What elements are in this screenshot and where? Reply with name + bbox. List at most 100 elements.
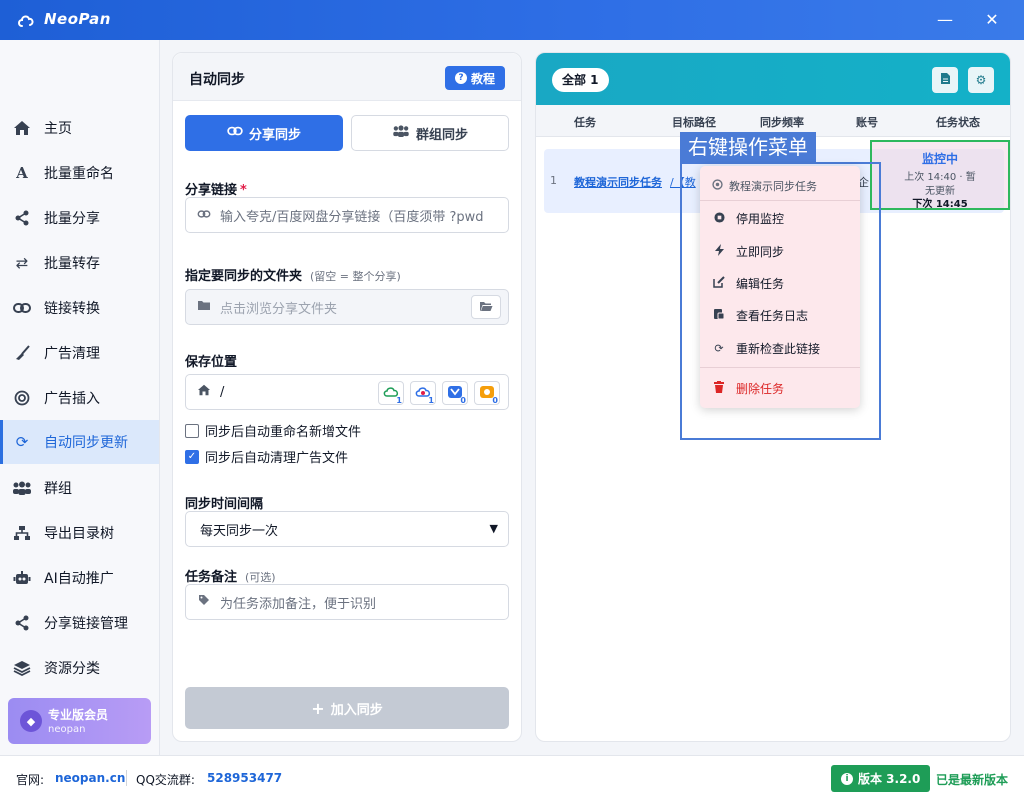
status-highlight-box: 监控中 上次 14:40 · 暂 无更新 下次 14:45 xyxy=(870,140,1010,210)
col-target-path: 目标路径 xyxy=(672,116,716,129)
task-name-link[interactable]: 教程演示同步任务 xyxy=(574,174,662,190)
group-icon xyxy=(392,125,410,141)
col-status: 任务状态 xyxy=(936,116,980,129)
menu-item-delete-task[interactable]: 删除任务 xyxy=(712,380,784,397)
browse-folder-button[interactable] xyxy=(471,295,501,319)
close-button[interactable]: ✕ xyxy=(978,8,1006,32)
version-label: 版本 3.2.0 xyxy=(858,772,921,786)
settings-button[interactable]: ⚙ xyxy=(968,67,994,93)
sidebar-item-group[interactable]: 群组 xyxy=(0,466,159,510)
quark-drive-button[interactable]: 1 xyxy=(378,381,404,405)
robot-icon xyxy=(12,568,32,588)
status-cell: 监控中 上次 14:40 · 暂 无更新 下次 14:45 xyxy=(874,142,1006,210)
sidebar-item-batch-transfer[interactable]: ⇄ 批量转存 xyxy=(0,241,159,285)
menu-divider xyxy=(700,200,860,201)
log-button[interactable] xyxy=(932,67,958,93)
menu-item-label: 立即同步 xyxy=(736,245,785,259)
menu-item-view-log[interactable]: 查看任务日志 xyxy=(712,307,808,324)
sidebar-item-export-tree[interactable]: 导出目录树 xyxy=(0,511,159,555)
question-icon: ? xyxy=(454,72,467,84)
drive-count: 1 xyxy=(428,396,434,405)
checkbox-box[interactable] xyxy=(185,423,199,438)
folder-placeholder: 点击浏览分享文件夹 xyxy=(220,301,338,317)
link-icon xyxy=(227,125,243,141)
sidebar-item-link-convert[interactable]: 链接转换 xyxy=(0,286,159,330)
context-menu-title-text: 教程演示同步任务 xyxy=(729,180,817,193)
interval-value: 每天同步一次 xyxy=(200,523,279,539)
last-run-text: 上次 14:40 · 暂 xyxy=(904,172,976,183)
menu-item-edit-task[interactable]: 编辑任务 xyxy=(712,275,784,292)
sidebar-item-ai-promote[interactable]: AI自动推广 xyxy=(0,556,159,600)
sidebar-item-label: 主页 xyxy=(44,121,72,137)
pro-membership-card[interactable]: ◆ 专业版会员 neopan xyxy=(8,698,151,744)
auto-clean-ads-checkbox[interactable]: ✓ 同步后自动清理广告文件 xyxy=(185,447,348,466)
app-title: NeoPan xyxy=(44,10,111,28)
target-icon xyxy=(12,388,32,408)
add-sync-button[interactable]: + 加入同步 xyxy=(185,687,509,729)
tab-group-sync[interactable]: 群组同步 xyxy=(351,115,509,151)
form-header: 自动同步 ? 教程 xyxy=(173,53,521,101)
folder-open-icon xyxy=(479,300,493,315)
menu-item-recheck-link[interactable]: ⟳ 重新检查此链接 xyxy=(712,340,820,357)
filter-all-badge[interactable]: 全部 1 xyxy=(552,68,609,92)
pro-subtitle: neopan xyxy=(48,724,86,735)
tutorial-button[interactable]: ? 教程 xyxy=(444,66,505,90)
sidebar-item-home[interactable]: 主页 xyxy=(0,106,159,150)
sync-form-panel: 自动同步 ? 教程 分享同步 群组同步 分享链接 * 输入夸克/百度网盘分享链接（… xyxy=(172,52,522,742)
tab-label: 分享同步 xyxy=(248,127,301,143)
share-link-label: 分享链接 * xyxy=(185,179,247,198)
drive-count: 0 xyxy=(492,396,498,405)
row-index: 1 xyxy=(550,174,557,187)
sidebar-item-batch-share[interactable]: 批量分享 xyxy=(0,196,159,240)
interval-select[interactable]: 每天同步一次 ▼ xyxy=(185,511,509,547)
checkbox-box[interactable]: ✓ xyxy=(185,449,199,464)
plus-icon: + xyxy=(311,698,325,718)
auto-rename-checkbox[interactable]: 同步后自动重命名新增文件 xyxy=(185,421,361,440)
menu-item-label: 重新检查此链接 xyxy=(736,342,821,356)
minimize-button[interactable]: — xyxy=(931,8,959,32)
uc-drive-button[interactable]: 0 xyxy=(474,381,500,405)
menu-item-stop-monitor[interactable]: 停用监控 xyxy=(712,210,784,227)
status-bar: 官网: neopan.cn QQ交流群: 528953477 i 版本 3.2.… xyxy=(0,755,1024,799)
sidebar-item-label: AI自动推广 xyxy=(44,571,114,587)
sidebar-item-resource-category[interactable]: 资源分类 xyxy=(0,646,159,690)
checkbox-label: 同步后自动重命名新增文件 xyxy=(205,425,362,440)
chevron-down-icon: ▼ xyxy=(489,522,498,535)
folder-input[interactable]: 点击浏览分享文件夹 xyxy=(185,289,509,325)
form-title: 自动同步 xyxy=(189,72,245,88)
save-location-field[interactable]: / 1 1 0 0 xyxy=(185,374,509,410)
save-location-label: 保存位置 xyxy=(185,355,238,370)
gear-icon: ⚙ xyxy=(975,73,987,87)
sidebar-item-label: 群组 xyxy=(44,481,72,497)
version-button[interactable]: i 版本 3.2.0 xyxy=(831,765,931,792)
cloud-logo-icon xyxy=(18,15,34,27)
sidebar-item-label: 批量重命名 xyxy=(44,166,114,182)
sidebar-item-label: 分享链接管理 xyxy=(44,616,128,632)
website-link[interactable]: neopan.cn xyxy=(55,771,125,785)
sidebar-item-share-manage[interactable]: 分享链接管理 xyxy=(0,601,159,645)
note-input[interactable]: 为任务添加备注，便于识别 xyxy=(185,584,509,620)
menu-item-label: 查看任务日志 xyxy=(736,309,809,323)
share-link-placeholder: 输入夸克/百度网盘分享链接（百度须带 ?pwd xyxy=(220,209,484,225)
tab-share-sync[interactable]: 分享同步 xyxy=(185,115,343,151)
tutorial-label: 教程 xyxy=(470,71,495,86)
note-label: 任务备注 (可选) xyxy=(185,566,276,585)
sidebar-item-ad-clean[interactable]: 广告清理 xyxy=(0,331,159,375)
share-link-input[interactable]: 输入夸克/百度网盘分享链接（百度须带 ?pwd xyxy=(185,197,509,233)
layers-icon xyxy=(12,658,32,678)
tree-icon xyxy=(12,523,32,543)
home-icon xyxy=(196,384,212,400)
drive-count: 0 xyxy=(460,396,466,405)
sidebar-item-label: 批量转存 xyxy=(44,256,100,272)
checkbox-label: 同步后自动清理广告文件 xyxy=(205,451,349,466)
home-icon xyxy=(12,118,32,138)
xunlei-drive-button[interactable]: 0 xyxy=(442,381,468,405)
menu-item-sync-now[interactable]: 立即同步 xyxy=(712,243,784,260)
sidebar-item-auto-sync[interactable]: ⟳ 自动同步更新 xyxy=(0,420,159,464)
note-hint: (可选) xyxy=(245,571,276,584)
sidebar-item-rename[interactable]: A 批量重命名 xyxy=(0,151,159,195)
tab-label: 群组同步 xyxy=(415,127,468,143)
qq-link[interactable]: 528953477 xyxy=(207,771,282,785)
baidu-drive-button[interactable]: 1 xyxy=(410,381,436,405)
sidebar-item-ad-insert[interactable]: 广告插入 xyxy=(0,376,159,420)
